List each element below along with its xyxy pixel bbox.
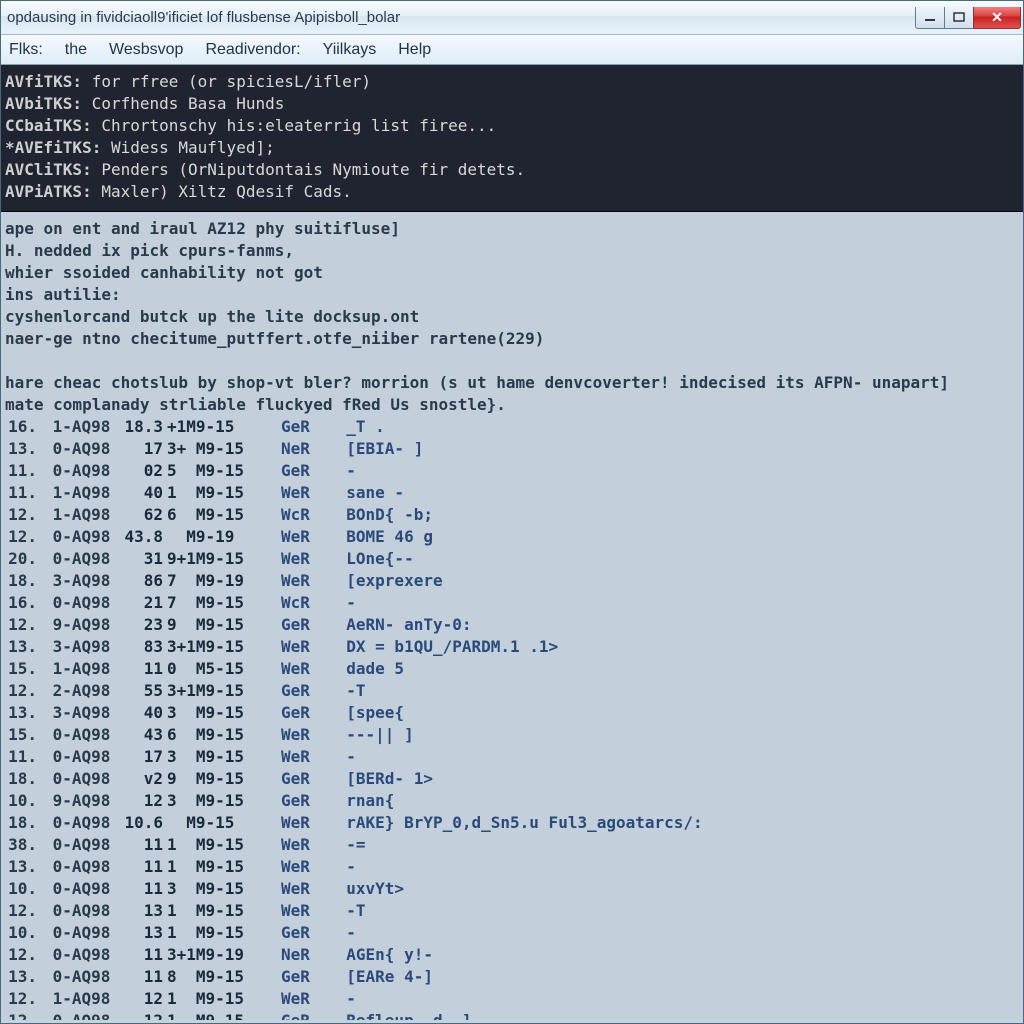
minimize-icon xyxy=(924,12,936,22)
titlebar[interactable]: opdausing in fividciaoll9'ificiet lof fl… xyxy=(1,1,1023,35)
window-controls: ✕ xyxy=(916,7,1021,29)
menu-item-5[interactable]: Help xyxy=(398,41,431,59)
menu-item-0[interactable]: Flks: xyxy=(9,41,43,59)
menu-item-2[interactable]: Wesbsvop xyxy=(109,41,183,59)
maximize-button[interactable] xyxy=(944,7,974,29)
minimize-button[interactable] xyxy=(915,7,945,29)
console-output: AVfiTKS: for rfree (or spiciesL/ifler)AV… xyxy=(1,65,1023,212)
close-button[interactable]: ✕ xyxy=(973,7,1021,29)
menubar: Flks: the Wesbsvop Readivendor: Yiilkays… xyxy=(1,35,1023,65)
window-title: opdausing in fividciaoll9'ificiet lof fl… xyxy=(7,9,916,26)
close-icon: ✕ xyxy=(991,9,1003,26)
menu-item-4[interactable]: Yiilkays xyxy=(323,41,377,59)
app-window: opdausing in fividciaoll9'ificiet lof fl… xyxy=(0,0,1024,1024)
menu-item-1[interactable]: the xyxy=(65,41,87,59)
log-content: ape on ent and iraul AZ12 phy suitifluse… xyxy=(1,212,1023,1020)
menu-item-3[interactable]: Readivendor: xyxy=(205,41,300,59)
maximize-icon xyxy=(953,12,965,22)
